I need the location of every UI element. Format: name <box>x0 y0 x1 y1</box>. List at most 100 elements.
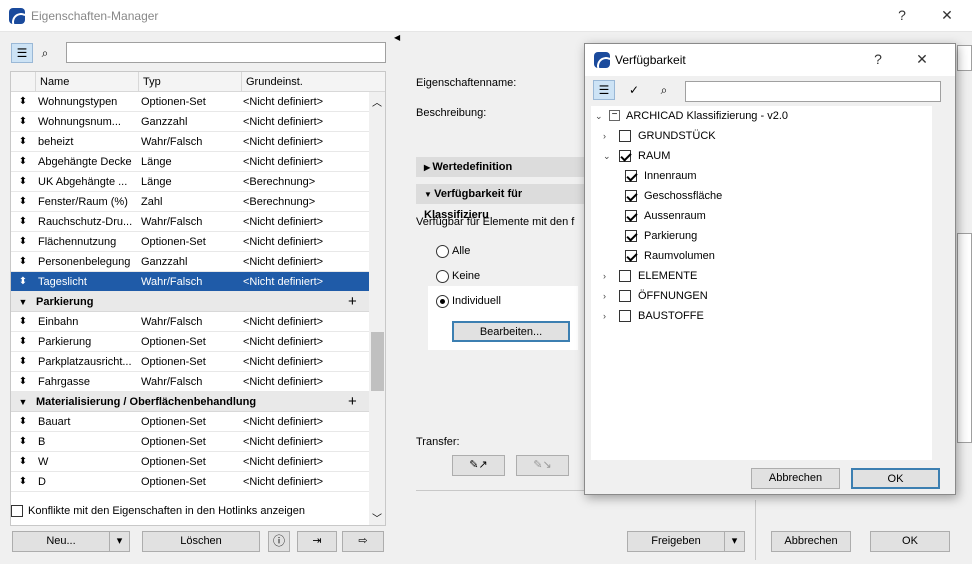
drag-handle-icon[interactable]: ⬍ <box>11 152 35 172</box>
pick-up-icon[interactable]: ✎↗ <box>452 455 505 476</box>
expand-arrow-icon[interactable]: › <box>603 126 606 146</box>
drag-handle-icon[interactable]: ⬍ <box>11 172 35 192</box>
node-checkbox[interactable] <box>625 170 637 182</box>
drag-handle-icon[interactable]: ⬍ <box>11 432 35 452</box>
table-row[interactable]: ⬍ B Optionen-Set <Nicht definiert> <box>11 432 369 452</box>
dialog-help-button[interactable]: ? <box>863 51 893 67</box>
splitter[interactable]: ◀ <box>393 33 401 564</box>
section-availability[interactable]: ▼ Verfügbarkeit für Klassifizieru <box>416 184 586 221</box>
node-checkbox[interactable] <box>619 290 631 302</box>
table-row[interactable]: ⬍ D Optionen-Set <Nicht definiert> <box>11 472 369 492</box>
node-checkbox[interactable] <box>625 230 637 242</box>
share-dropdown-icon[interactable]: ▾ <box>724 531 745 552</box>
collapse-arrow-icon[interactable]: ◀ <box>394 33 400 42</box>
expand-arrow-icon[interactable]: › <box>603 266 606 286</box>
dialog-search-input[interactable] <box>685 81 941 102</box>
table-row[interactable]: ⬍ Rauchschutz-Dru... Wahr/Falsch <Nicht def… <box>11 212 369 232</box>
search-input[interactable] <box>66 42 386 63</box>
drag-handle-icon[interactable]: ⬍ <box>11 252 35 272</box>
node-checkbox[interactable] <box>619 270 631 282</box>
expand-arrow-icon[interactable]: › <box>603 286 606 306</box>
collapse-arrow-icon[interactable]: ⌄ <box>603 146 611 166</box>
section-values[interactable]: ▶ Wertedefinition <box>416 157 586 177</box>
radio-none[interactable] <box>436 270 449 283</box>
add-property-icon[interactable]: + <box>348 392 357 412</box>
drag-handle-icon[interactable]: ⬍ <box>11 312 35 332</box>
expand-arrow-icon[interactable]: ▼ <box>11 392 35 412</box>
drag-handle-icon[interactable]: ⬍ <box>11 272 35 292</box>
collapse-arrow-icon[interactable]: ⌄ <box>595 106 603 126</box>
drag-handle-icon[interactable]: ⬍ <box>11 372 35 392</box>
share-button[interactable]: Freigeben <box>627 531 725 552</box>
node-checkbox[interactable] <box>619 310 631 322</box>
radio-individual[interactable] <box>436 295 449 308</box>
tree-scrollbar[interactable] <box>932 106 948 460</box>
header-type[interactable]: Typ <box>138 72 241 92</box>
node-checkbox[interactable] <box>625 250 637 262</box>
table-row[interactable]: ⬍ Bauart Optionen-Set <Nicht definiert> <box>11 412 369 432</box>
table-row[interactable]: ⬍ Wohnungstypen Optionen-Set <Nicht definie… <box>11 92 369 112</box>
info-icon[interactable]: ⓘ <box>268 531 290 552</box>
dialog-cancel-button[interactable]: Abbrechen <box>751 468 840 489</box>
scroll-up-icon[interactable]: ︿ <box>372 94 382 109</box>
table-row[interactable]: ⬍ Fahrgasse Wahr/Falsch <Nicht definiert> <box>11 372 369 392</box>
tree-view-icon[interactable]: ☰ <box>593 80 615 100</box>
edit-button[interactable]: Bearbeiten... <box>452 321 570 342</box>
table-row[interactable]: ⬍ beheizt Wahr/Falsch <Nicht definiert> <box>11 132 369 152</box>
export-icon[interactable]: ⇨ <box>342 531 384 552</box>
drag-handle-icon[interactable]: ⬍ <box>11 412 35 432</box>
name-field-edge[interactable] <box>957 45 972 71</box>
dialog-close-button[interactable]: ✕ <box>907 51 937 68</box>
drag-handle-icon[interactable]: ⬍ <box>11 112 35 132</box>
scroll-down-icon[interactable]: ﹀ <box>372 510 382 525</box>
cancel-button[interactable]: Abbrechen <box>771 531 851 552</box>
search-icon[interactable]: ⌕ <box>34 43 56 63</box>
import-icon[interactable]: ⇥ <box>297 531 337 552</box>
drag-handle-icon[interactable]: ⬍ <box>11 132 35 152</box>
scrollbar-thumb[interactable] <box>371 332 384 391</box>
drag-handle-icon[interactable]: ⬍ <box>11 452 35 472</box>
header-name[interactable]: Name <box>35 72 138 92</box>
table-row[interactable]: ⬍ Flächennutzung Optionen-Set <Nicht defini… <box>11 232 369 252</box>
drag-handle-icon[interactable]: ⬍ <box>11 472 35 492</box>
drag-handle-icon[interactable]: ⬍ <box>11 352 35 372</box>
drag-handle-icon[interactable]: ⬍ <box>11 232 35 252</box>
search-icon[interactable]: ⌕ <box>653 80 675 100</box>
table-row[interactable]: ⬍ Tageslicht Wahr/Falsch <Nicht definiert> <box>11 272 369 292</box>
table-row[interactable]: ⬍ Parkplatzausricht... Optionen-Set <Nicht … <box>11 352 369 372</box>
table-row[interactable]: ⬍ Abgehängte Decke Länge <Nicht definiert> <box>11 152 369 172</box>
expand-arrow-icon[interactable]: › <box>603 306 606 326</box>
radio-all[interactable] <box>436 245 449 258</box>
conflicts-checkbox[interactable] <box>11 505 23 517</box>
dialog-ok-button[interactable]: OK <box>851 468 940 489</box>
help-button[interactable]: ? <box>887 7 917 23</box>
table-row[interactable]: ⬍ W Optionen-Set <Nicht definiert> <box>11 452 369 472</box>
node-checkbox[interactable] <box>619 130 631 142</box>
new-dropdown-icon[interactable]: ▾ <box>109 531 130 552</box>
close-button[interactable]: ✕ <box>932 7 962 24</box>
list-field-edge[interactable] <box>957 233 972 443</box>
delete-button[interactable]: Löschen <box>142 531 260 552</box>
table-row[interactable]: ⬍ Parkierung Optionen-Set <Nicht definiert> <box>11 332 369 352</box>
add-property-icon[interactable]: + <box>348 292 357 312</box>
drag-handle-icon[interactable]: ⬍ <box>11 332 35 352</box>
new-button[interactable]: Neu... <box>12 531 110 552</box>
node-checkbox[interactable] <box>625 190 637 202</box>
tree-view-icon[interactable]: ☰ <box>11 43 33 63</box>
table-scrollbar[interactable]: ︿ ﹀ <box>369 92 385 525</box>
group-row[interactable]: ▼ Parkierung + <box>11 292 369 312</box>
node-checkbox[interactable] <box>619 150 631 162</box>
drag-handle-icon[interactable]: ⬍ <box>11 212 35 232</box>
header-default[interactable]: Grundeinst. <box>241 72 369 92</box>
drag-handle-icon[interactable]: ⬍ <box>11 92 35 112</box>
table-row[interactable]: ⬍ UK Abgehängte ... Länge <Berechnung> <box>11 172 369 192</box>
group-row[interactable]: ▼ Materialisierung / Oberflächenbehandlun… <box>11 392 369 412</box>
table-row[interactable]: ⬍ Wohnungsnum... Ganzzahl <Nicht definiert> <box>11 112 369 132</box>
table-row[interactable]: ⬍ Einbahn Wahr/Falsch <Nicht definiert> <box>11 312 369 332</box>
drag-handle-icon[interactable]: ⬍ <box>11 192 35 212</box>
check-filter-icon[interactable]: ✓ <box>623 80 645 100</box>
root-tristate-checkbox[interactable]: − <box>609 110 620 121</box>
table-row[interactable]: ⬍ Fenster/Raum (%) Zahl <Berechnung> <box>11 192 369 212</box>
node-checkbox[interactable] <box>625 210 637 222</box>
expand-arrow-icon[interactable]: ▼ <box>11 292 35 312</box>
